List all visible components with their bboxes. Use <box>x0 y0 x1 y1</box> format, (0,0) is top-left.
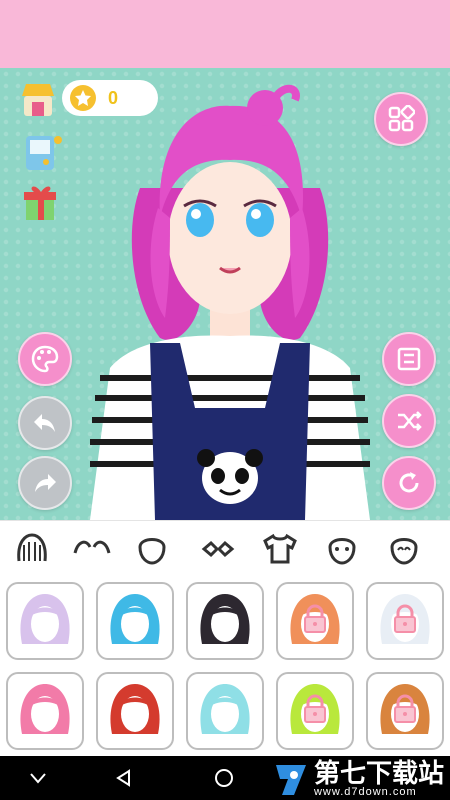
category-expression-tab[interactable] <box>384 529 424 569</box>
hair-option-card[interactable] <box>366 672 444 750</box>
reset-button[interactable] <box>382 456 436 510</box>
shop-button[interactable] <box>18 80 58 120</box>
palette-button[interactable] <box>18 332 72 386</box>
category-head-tab[interactable] <box>322 529 362 569</box>
hair-style-preview <box>110 594 160 644</box>
hair-option-card[interactable] <box>96 672 174 750</box>
category-bar <box>0 520 450 577</box>
hair-option-card[interactable] <box>186 582 264 660</box>
shuffle-button[interactable] <box>382 394 436 448</box>
undo-icon <box>34 414 55 432</box>
gift-icon <box>24 186 56 220</box>
star-coin-icon <box>70 85 96 111</box>
shirt-icon <box>263 533 297 564</box>
menu-button[interactable] <box>374 92 428 146</box>
expression-icon <box>390 538 418 565</box>
category-face-tab[interactable] <box>132 529 172 569</box>
hair-option-card[interactable] <box>6 582 84 660</box>
watermark-url: www.d7down.com <box>313 786 417 798</box>
coin-counter: 0 <box>62 80 158 116</box>
hair-style-preview <box>290 594 340 644</box>
redo-button[interactable] <box>18 456 72 510</box>
hair-style-preview <box>380 594 430 644</box>
hair-option-card[interactable] <box>6 672 84 750</box>
watermark: 第七下载站 www.d7down.com <box>272 760 444 798</box>
eyebrows-icon <box>73 540 111 554</box>
hair-style-preview <box>20 684 70 734</box>
category-hair-tab[interactable] <box>12 529 52 569</box>
coin-value: 0 <box>108 87 119 108</box>
redo-icon <box>35 474 56 492</box>
game-button[interactable] <box>20 130 64 174</box>
category-clothes-tab[interactable] <box>260 529 300 569</box>
watermark-logo <box>275 765 306 795</box>
shuffle-icon <box>398 411 422 431</box>
character-illustration <box>90 84 370 520</box>
hair-style-preview <box>20 594 70 644</box>
top-bar <box>0 0 450 68</box>
back-triangle-icon[interactable] <box>114 768 134 788</box>
home-nav-icon[interactable] <box>214 768 234 788</box>
hair-style-preview <box>380 684 430 734</box>
hair-option-card[interactable] <box>96 582 174 660</box>
hair-option-card[interactable] <box>276 582 354 660</box>
character-stage: 0 <box>0 68 450 520</box>
gift-button[interactable] <box>20 180 64 224</box>
hair-option-card[interactable] <box>366 582 444 660</box>
glasses-icon <box>201 540 235 558</box>
category-eyebrows-tab[interactable] <box>72 529 112 569</box>
face-icon <box>138 538 166 565</box>
head-icon <box>328 538 356 565</box>
save-icon <box>397 347 421 371</box>
game-console-icon <box>26 136 62 170</box>
hair-style-preview <box>290 684 340 734</box>
shop-icon <box>22 84 54 116</box>
hair-option-card[interactable] <box>276 672 354 750</box>
hair-options-grid <box>0 576 450 756</box>
hair-style-preview <box>110 684 160 734</box>
palette-icon <box>31 345 59 373</box>
back-nav-icon[interactable] <box>28 768 48 788</box>
save-button[interactable] <box>382 332 436 386</box>
watermark-title: 第七下载站 <box>313 758 444 788</box>
hair-style-preview <box>200 594 250 644</box>
undo-button[interactable] <box>18 396 72 450</box>
system-nav-bar: 第七下载站 www.d7down.com <box>0 756 450 800</box>
grid-menu-icon <box>388 105 415 132</box>
reset-icon <box>399 472 419 493</box>
hair-icon <box>17 533 47 562</box>
hair-option-card[interactable] <box>186 672 264 750</box>
hair-style-preview <box>200 684 250 734</box>
category-glasses-tab[interactable] <box>198 529 238 569</box>
